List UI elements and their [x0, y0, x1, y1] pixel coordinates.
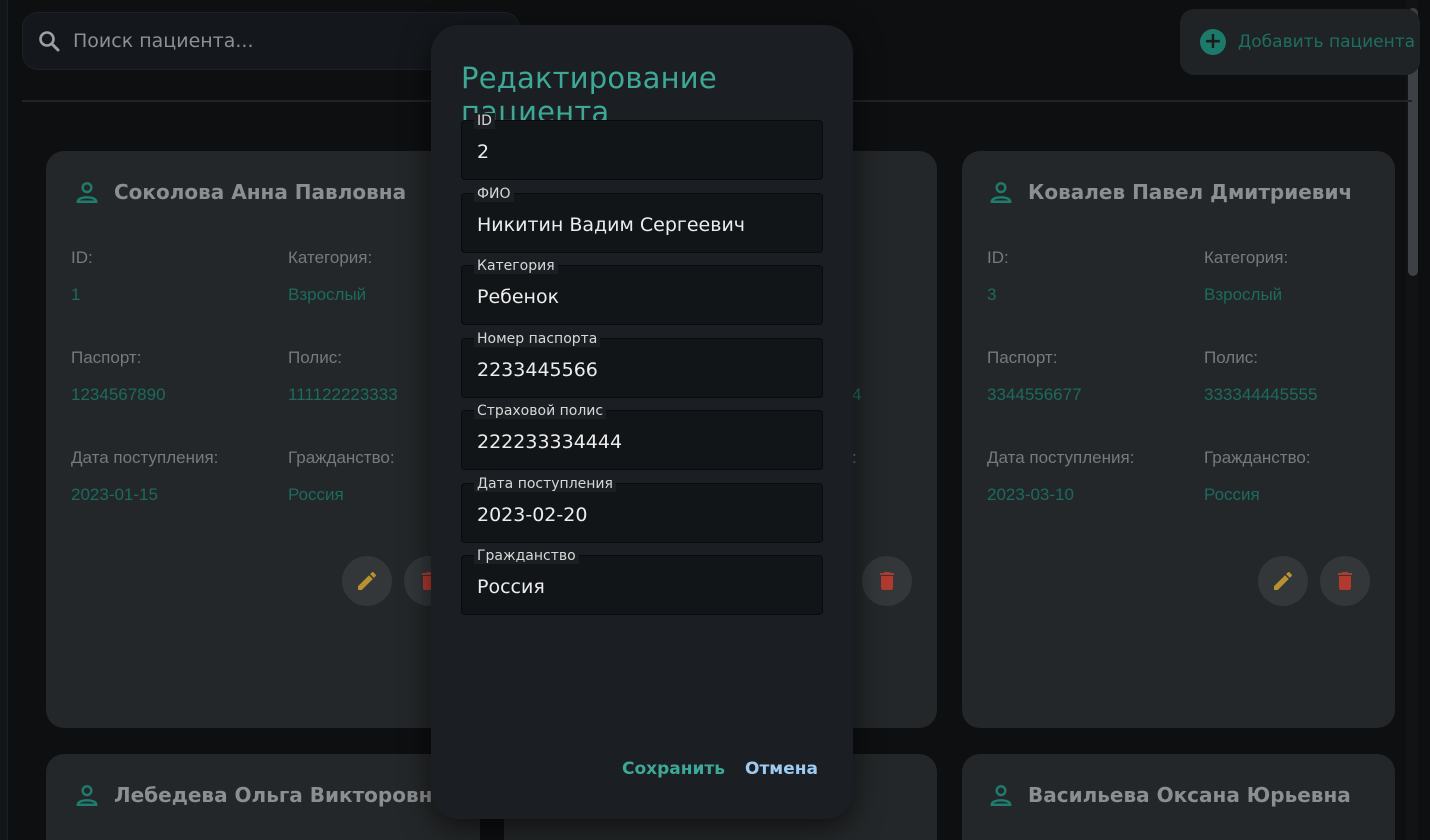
- add-patient-button[interactable]: + Добавить пациента: [1180, 9, 1420, 75]
- patient-name: Соколова Анна Павловна: [74, 179, 406, 205]
- policy-label: Полис:: [288, 348, 342, 367]
- person-icon: [76, 182, 98, 203]
- passport-field[interactable]: Номер паспорта 2233445566: [461, 331, 823, 398]
- id-field-value: 2: [477, 141, 490, 163]
- category-field-label: Категория: [474, 258, 558, 274]
- trash-icon: [1338, 572, 1352, 590]
- admission-date-field[interactable]: Дата поступления 2023-02-20: [461, 476, 823, 543]
- pencil-icon: [1274, 571, 1292, 590]
- person-icon: [990, 182, 1012, 203]
- id-label: ID:: [71, 248, 93, 267]
- id-field[interactable]: ID 2: [461, 113, 823, 180]
- citizenship-value: Россия: [288, 485, 344, 504]
- policy-field[interactable]: Страховой полис 222233334444: [461, 403, 823, 470]
- full-name-field-label: ФИО: [474, 186, 514, 202]
- save-button[interactable]: Сохранить: [622, 759, 725, 779]
- delete-button[interactable]: [862, 556, 912, 606]
- patient-name: Лебедева Ольга Викторовна: [74, 782, 446, 808]
- category-field[interactable]: Категория Ребенок: [461, 258, 823, 325]
- id-value: 3: [987, 285, 997, 304]
- patient-name-text: Ковалев Павел Дмитриевич: [1028, 180, 1353, 204]
- add-circle-icon: +: [1200, 29, 1226, 55]
- trash-icon: [880, 572, 894, 590]
- delete-button[interactable]: [1320, 556, 1370, 606]
- citizenship-field[interactable]: Гражданство Россия: [461, 548, 823, 615]
- patient-card: Васильева Оксана Юрьевна: [962, 754, 1395, 840]
- passport-value: 1234567890: [71, 385, 166, 404]
- category-label: Категория:: [288, 248, 373, 267]
- left-edge: [0, 0, 8, 840]
- edit-patient-dialog: Редактирование пациента ID 2 ФИО Никитин…: [431, 25, 853, 819]
- date-value: 2023-01-15: [71, 485, 158, 504]
- citizenship-label: Гражданство:: [288, 448, 395, 467]
- add-patient-label: Добавить пациента: [1238, 32, 1416, 52]
- date-value: 2023-03-10: [987, 485, 1074, 504]
- policy-value-partial: 4: [852, 385, 862, 404]
- category-value: Взрослый: [288, 285, 367, 304]
- id-value: 1: [71, 285, 81, 304]
- search-input[interactable]: [73, 30, 493, 52]
- passport-value: 3344556677: [987, 385, 1082, 404]
- patient-card: Соколова Анна Павловна ID: 1 Категория: …: [46, 151, 480, 728]
- admission-date-field-label: Дата поступления: [474, 476, 616, 492]
- citizenship-label: Гражданство:: [1204, 448, 1311, 467]
- id-field-label: ID: [474, 113, 495, 129]
- dialog-title: Редактирование пациента: [461, 61, 717, 129]
- patient-name-text: Васильева Оксана Юрьевна: [1028, 783, 1351, 807]
- full-name-field[interactable]: ФИО Никитин Вадим Сергеевич: [461, 186, 823, 253]
- patient-card: Лебедева Ольга Викторовна: [46, 754, 480, 840]
- category-value: Взрослый: [1204, 285, 1283, 304]
- category-label: Категория:: [1204, 248, 1289, 267]
- edit-button[interactable]: [1258, 556, 1308, 606]
- date-label: Дата поступления:: [71, 448, 219, 467]
- passport-field-label: Номер паспорта: [474, 331, 601, 347]
- edit-button[interactable]: [342, 556, 392, 606]
- policy-value: 111122223333: [288, 385, 398, 404]
- search-icon: [39, 31, 60, 52]
- person-icon: [990, 785, 1012, 806]
- patient-name: Васильева Оксана Юрьевна: [988, 782, 1351, 808]
- full-name-field-value: Никитин Вадим Сергеевич: [477, 214, 746, 236]
- citizenship-field-label: Гражданство: [474, 548, 579, 564]
- patient-name-text: Соколова Анна Павловна: [114, 180, 407, 204]
- policy-field-label: Страховой полис: [474, 403, 607, 419]
- passport-label: Паспорт:: [71, 348, 142, 367]
- cancel-button[interactable]: Отмена: [745, 759, 818, 779]
- passport-label: Паспорт:: [987, 348, 1058, 367]
- admission-date-field-value: 2023-02-20: [477, 504, 588, 526]
- policy-field-value: 222233334444: [477, 431, 623, 453]
- patient-name-text: Лебедева Ольга Викторовна: [114, 783, 446, 807]
- policy-value: 333344445555: [1204, 385, 1318, 404]
- id-label: ID:: [987, 248, 1009, 267]
- passport-field-value: 2233445566: [477, 359, 598, 381]
- patient-name: Ковалев Павел Дмитриевич: [988, 179, 1352, 205]
- pencil-icon: [358, 571, 376, 590]
- date-label: Дата поступления:: [987, 448, 1135, 467]
- person-icon: [76, 785, 98, 806]
- category-field-value: Ребенок: [477, 286, 560, 308]
- citizenship-field-value: Россия: [477, 576, 545, 598]
- policy-label: Полис:: [1204, 348, 1258, 367]
- citizenship-value: Россия: [1204, 485, 1260, 504]
- patient-card: Ковалев Павел Дмитриевич ID: 3 Категория…: [962, 151, 1395, 728]
